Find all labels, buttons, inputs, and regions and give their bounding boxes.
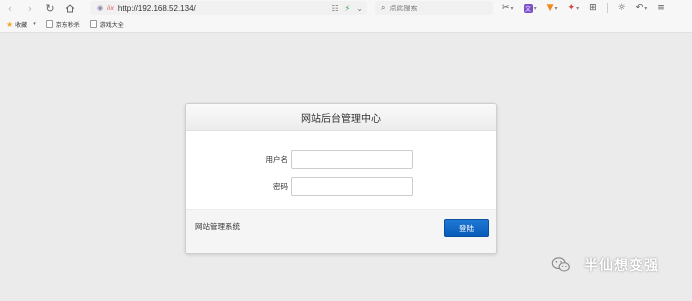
forward-arrow-icon: ›	[27, 1, 33, 15]
scissors-icon: ✂	[502, 3, 510, 13]
username-input[interactable]	[291, 150, 413, 169]
back-button[interactable]: ‹	[0, 0, 20, 16]
back-arrow-icon: ‹	[7, 1, 13, 15]
search-icon: ⌕	[381, 3, 386, 12]
translate-icon: 文	[523, 3, 533, 13]
chevron-down-icon: ▾	[33, 21, 36, 27]
password-input[interactable]	[291, 177, 413, 196]
login-button[interactable]: 登陆	[444, 219, 489, 237]
login-panel: 网站后台管理中心 用户名 密码 网站管理系统 登陆	[185, 103, 497, 254]
translate-button[interactable]: 文 ▾	[523, 3, 537, 13]
bookmark-label: 收藏	[15, 21, 28, 29]
undo-icon: ↶	[635, 3, 644, 13]
bookmarks-bar: ★ 收藏 ▾ 京东秒杀 游戏大全	[0, 16, 692, 33]
bookmark-item[interactable]: 游戏大全	[89, 20, 124, 29]
password-label: 密码	[273, 182, 288, 191]
shield-icon: ▼	[546, 3, 554, 13]
login-panel-footer: 网站管理系统 登陆	[186, 209, 496, 253]
apps-grid-icon: ⊞	[589, 3, 597, 13]
watermark-text: 半仙想变强	[584, 258, 659, 274]
toolbar-divider	[606, 3, 608, 13]
watermark: 半仙想变强	[550, 254, 659, 276]
home-icon	[65, 3, 75, 12]
login-panel-header: 网站后台管理中心	[186, 104, 496, 131]
star-icon: ★	[6, 19, 14, 29]
apps-button[interactable]: ⊞	[589, 3, 597, 13]
dropdown-chevron-icon[interactable]: ⌄	[356, 4, 363, 13]
chevron-down-icon: ▾	[644, 4, 648, 12]
game-button[interactable]: ✦ ▾	[568, 3, 580, 13]
address-bar[interactable]: ◉ iix ☷ ⚡ ⌄	[90, 1, 367, 15]
bookmark-favorites[interactable]: ★ 收藏 ▾	[6, 20, 36, 29]
browser-tool-icons: ✂ ▾ 文 ▾ ▼ ▾ ✦ ▾ ⊞ ☼ ↶ ▾ ≡	[502, 0, 665, 16]
url-input[interactable]	[117, 3, 298, 13]
username-row: 用户名	[186, 150, 496, 170]
reload-icon: ↻	[45, 1, 55, 15]
grid-icon[interactable]: ☷	[332, 4, 339, 13]
system-name: 网站管理系统	[195, 222, 240, 231]
undo-button[interactable]: ↶ ▾	[636, 3, 648, 13]
username-label: 用户名	[265, 155, 289, 164]
chevron-down-icon: ▾	[576, 4, 580, 12]
chevron-down-icon: ▾	[510, 4, 514, 12]
chevron-down-icon: ▾	[533, 4, 537, 12]
search-input[interactable]	[389, 4, 480, 12]
hamburger-menu-icon: ≡	[657, 3, 665, 13]
bookmark-item[interactable]: 京东秒杀	[45, 20, 80, 29]
page-icon	[45, 20, 53, 28]
search-box[interactable]: ⌕	[375, 1, 493, 15]
password-row: 密码	[186, 177, 496, 197]
bookmark-label: 京东秒杀	[55, 21, 80, 29]
forward-button[interactable]: ›	[20, 0, 40, 16]
reload-button[interactable]: ↻	[40, 0, 60, 16]
address-bar-actions: ☷ ⚡ ⌄	[332, 1, 364, 15]
url-badge: iix	[107, 4, 114, 12]
menu-button[interactable]: ≡	[657, 3, 665, 13]
browser-toolbar: ‹ › ↻ ◉ iix ☷ ⚡ ⌄ ⌕ ✂▾ 文▾ ▼▾ ✦▾ ⊞ ☼ ↶▾ ≡	[0, 0, 692, 16]
wechat-icon	[551, 257, 570, 272]
page-icon	[89, 20, 97, 28]
home-button[interactable]	[60, 0, 80, 16]
scissors-button[interactable]: ✂ ▾	[502, 3, 514, 13]
bookmark-label: 游戏大全	[99, 21, 124, 29]
shield-button[interactable]: ▼ ▾	[547, 3, 558, 13]
sun-icon: ☼	[617, 3, 626, 13]
chevron-down-icon: ▾	[554, 4, 558, 12]
game-icon: ✦	[567, 3, 576, 13]
login-title: 网站后台管理中心	[301, 113, 381, 125]
brightness-button[interactable]: ☼	[618, 3, 626, 13]
lightning-icon[interactable]: ⚡	[345, 4, 351, 13]
site-info-icon[interactable]: ◉	[95, 3, 105, 13]
